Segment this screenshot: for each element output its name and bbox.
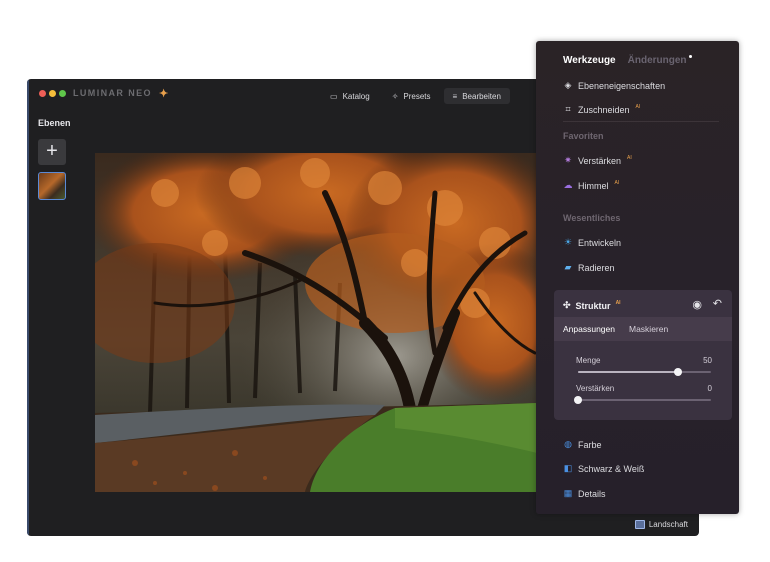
- tool-entwickeln[interactable]: ☀ Entwickeln: [563, 237, 621, 248]
- mode-tabs: ▭ Katalog ✧ Presets ≡ Bearbeiten: [321, 88, 510, 104]
- structure-header[interactable]: ✣ Struktur AI: [563, 300, 621, 311]
- tool-verstaerken-label: Verstärken: [578, 155, 622, 166]
- layer-thumbnail[interactable]: [38, 172, 66, 200]
- notification-dot: [688, 55, 692, 58]
- ai-badge: AI: [614, 179, 620, 186]
- undo-icon[interactable]: ↶: [713, 297, 722, 310]
- sparkle-icon[interactable]: ✦: [159, 87, 170, 100]
- scene-status-label: Landschaft: [648, 520, 688, 529]
- details-icon: ▦: [563, 488, 573, 498]
- color-icon: ◍: [564, 439, 572, 449]
- ai-badge: AI: [635, 103, 641, 110]
- window-edge: [27, 79, 29, 536]
- app-logo: LUMINAR NEO ✦: [73, 88, 168, 100]
- tab-werkzeuge[interactable]: Werkzeuge: [563, 55, 616, 66]
- subtab-anpassungen[interactable]: Anpassungen: [563, 324, 615, 334]
- divider: [563, 121, 719, 122]
- structure-tool-card: ✣ Struktur AI ◉ ↶ Anpassungen Maskieren …: [554, 290, 732, 420]
- slider-verstaerken-handle[interactable]: [574, 396, 582, 404]
- tab-katalog[interactable]: ▭ Katalog: [321, 88, 379, 104]
- slider-menge-fill: [578, 371, 678, 373]
- structure-title: Struktur: [575, 300, 611, 311]
- sun-icon: ☀: [563, 237, 573, 247]
- tab-aenderungen[interactable]: Änderungen: [628, 55, 692, 66]
- tool-farbe[interactable]: ◍ Farbe: [563, 439, 602, 450]
- favorites-title: Favoriten: [563, 131, 604, 141]
- autumn-tree-photo: [95, 153, 537, 492]
- app-logo-text: LUMINAR NEO: [73, 88, 152, 98]
- tab-aenderungen-label: Änderungen: [627, 55, 687, 66]
- tool-zuschneiden[interactable]: ⌗ Zuschneiden AI: [563, 104, 640, 115]
- panel-tabs: Werkzeuge Änderungen: [563, 55, 692, 66]
- ai-badge: AI: [615, 299, 621, 306]
- structure-icon: ✣: [563, 300, 571, 310]
- folder-icon: ▭: [330, 91, 338, 101]
- tool-verstaerken[interactable]: ✷ Verstärken AI: [563, 155, 632, 166]
- slider-verstaerken[interactable]: [574, 396, 711, 404]
- tool-himmel[interactable]: ☁ Himmel AI: [563, 179, 620, 191]
- close-window-button[interactable]: [39, 90, 46, 97]
- tool-ebeneneigenschaften[interactable]: ◈ Ebeneneigenschaften: [563, 80, 666, 91]
- slider-menge-label: Menge: [576, 356, 601, 365]
- tool-zuschneiden-label: Zuschneiden: [578, 104, 630, 115]
- zoom-window-button[interactable]: [59, 90, 66, 97]
- slider-menge-handle[interactable]: [673, 368, 682, 376]
- tool-radieren[interactable]: ▰ Radieren: [563, 262, 615, 273]
- eye-icon[interactable]: ◉: [692, 298, 702, 311]
- cloud-icon: ☁: [563, 180, 573, 190]
- essentials-title: Wesentliches: [563, 213, 621, 223]
- tab-bearbeiten-label: Bearbeiten: [462, 91, 501, 101]
- layers-icon: ◈: [564, 80, 572, 90]
- structure-subtabs: Anpassungen Maskieren: [554, 317, 732, 341]
- slider-menge[interactable]: [578, 368, 711, 376]
- slider-menge-value: 50: [703, 356, 712, 365]
- add-layer-button[interactable]: +: [38, 139, 66, 165]
- layers-title: Ebenen: [38, 118, 71, 128]
- sparkle-icon: ✷: [564, 155, 572, 165]
- tool-entwickeln-label: Entwickeln: [578, 237, 622, 248]
- minimize-window-button[interactable]: [49, 90, 56, 97]
- tool-ebeneneigenschaften-label: Ebeneneigenschaften: [578, 80, 666, 91]
- scene-status[interactable]: Landschaft: [634, 520, 688, 529]
- subtab-maskieren[interactable]: Maskieren: [629, 324, 668, 334]
- bw-icon: ◧: [563, 463, 573, 473]
- image-icon: [634, 520, 645, 529]
- slider-verstaerken-label: Verstärken: [576, 384, 615, 393]
- tab-presets-label: Presets: [403, 91, 431, 101]
- tab-presets[interactable]: ✧ Presets: [383, 88, 440, 104]
- slider-verstaerken-value: 0: [707, 384, 712, 393]
- magic-wand-icon: ✧: [391, 91, 399, 101]
- tool-himmel-label: Himmel: [578, 180, 609, 191]
- sliders-icon: ≡: [452, 91, 458, 101]
- tool-details[interactable]: ▦ Details: [563, 488, 606, 499]
- tool-schwarz-weiss-label: Schwarz & Weiß: [578, 463, 645, 474]
- tool-details-label: Details: [578, 488, 606, 499]
- tab-katalog-label: Katalog: [342, 91, 370, 101]
- eraser-icon: ▰: [564, 262, 572, 272]
- ai-badge: AI: [627, 154, 632, 161]
- tool-radieren-label: Radieren: [578, 262, 615, 273]
- tab-bearbeiten[interactable]: ≡ Bearbeiten: [443, 88, 510, 104]
- tool-farbe-label: Farbe: [578, 439, 602, 450]
- tools-panel: Werkzeuge Änderungen ◈ Ebeneneigenschaft…: [536, 41, 739, 514]
- crop-icon: ⌗: [565, 104, 571, 114]
- photo-canvas[interactable]: [95, 153, 537, 492]
- tool-schwarz-weiss[interactable]: ◧ Schwarz & Weiß: [563, 463, 645, 474]
